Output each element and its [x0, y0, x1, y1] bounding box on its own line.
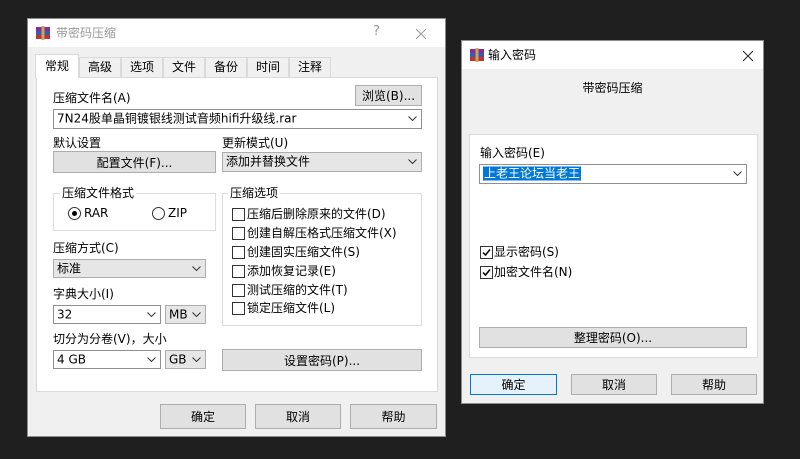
format-rar-radio[interactable] — [68, 207, 81, 220]
archive-name-label: 压缩文件名(A) — [53, 91, 131, 105]
format-zip-label[interactable]: ZIP — [168, 205, 187, 221]
password-dialog: 输入密码 带密码压缩 输入密码(E) 上老王论坛当老王 显示密码(S) 加密文件… — [461, 40, 764, 404]
lock-archive-checkbox[interactable] — [232, 302, 245, 315]
split-size-combo[interactable]: 4 GB — [53, 350, 161, 369]
password-dialog-subtitle: 带密码压缩 — [582, 81, 643, 95]
set-password-button[interactable]: 设置密码(P)... — [222, 349, 422, 371]
tab-backup[interactable]: 备份 — [205, 57, 247, 77]
chevron-down-icon — [192, 265, 201, 271]
archive-dialog-title: 带密码压缩 — [56, 26, 117, 40]
recovery-record-label[interactable]: 添加恢复记录(E) — [247, 263, 336, 279]
chevron-down-icon[interactable] — [733, 171, 742, 176]
delete-files-checkbox[interactable] — [232, 208, 245, 221]
archive-help-button[interactable]: 帮助 — [350, 404, 437, 429]
test-files-checkbox[interactable] — [232, 284, 245, 297]
close-icon — [742, 50, 754, 62]
archive-cancel-button[interactable]: 取消 — [255, 404, 341, 429]
archive-name-value: 7N24股单晶铜镀银线测试音频hifi升级线.rar — [57, 111, 297, 126]
chevron-down-icon — [408, 159, 417, 164]
archive-format-legend: 压缩文件格式 — [60, 185, 137, 201]
format-zip-radio[interactable] — [152, 207, 165, 220]
dictionary-size-combo[interactable]: 32 — [53, 305, 161, 324]
organize-passwords-button[interactable]: 整理密码(O)... — [479, 327, 747, 348]
tab-general[interactable]: 常规 — [35, 54, 79, 78]
close-icon — [415, 28, 427, 40]
chevron-down-icon[interactable] — [147, 356, 156, 362]
sfx-archive-label[interactable]: 创建自解压格式压缩文件(X) — [247, 225, 397, 241]
split-unit-value: GB — [169, 352, 187, 366]
password-dialog-title: 输入密码 — [488, 48, 537, 62]
help-button[interactable]: ? — [373, 24, 380, 40]
archive-name-combo[interactable]: 7N24股单晶铜镀银线测试音频hifi升级线.rar — [53, 109, 422, 129]
archive-dialog: 带密码压缩 ? 常规 高级 选项 文件 备份 时间 注释 压缩文件名(A) 浏览… — [27, 18, 446, 437]
tab-time[interactable]: 时间 — [247, 57, 289, 77]
default-settings-label: 默认设置 — [53, 136, 102, 150]
split-unit-select[interactable]: GB — [165, 350, 206, 369]
split-label: 切分为分卷(V)，大小 — [53, 332, 167, 346]
winrar-icon — [35, 25, 51, 44]
checkmark-icon — [482, 249, 491, 257]
update-mode-label: 更新模式(U) — [222, 136, 289, 150]
delete-files-label[interactable]: 压缩后删除原来的文件(D) — [247, 206, 386, 222]
encrypt-filenames-label[interactable]: 加密文件名(N) — [494, 264, 572, 280]
split-size-value: 4 GB — [57, 352, 86, 366]
chevron-down-icon — [192, 311, 201, 317]
tab-comment[interactable]: 注释 — [289, 57, 331, 77]
method-value: 标准 — [57, 261, 82, 275]
password-value: 上老王论坛当老王 — [483, 166, 582, 181]
method-select[interactable]: 标准 — [53, 259, 206, 278]
archive-dialog-titlebar[interactable]: 带密码压缩 ? — [28, 19, 445, 47]
chevron-down-icon[interactable] — [408, 116, 417, 121]
archiving-options-legend: 压缩选项 — [228, 185, 281, 201]
checkmark-icon — [482, 269, 491, 277]
dictionary-label: 字典大小(I) — [53, 287, 114, 301]
tab-files[interactable]: 文件 — [163, 57, 205, 77]
password-input[interactable]: 上老王论坛当老王 — [479, 164, 747, 184]
profiles-button[interactable]: 配置文件(F)... — [53, 151, 216, 173]
archive-ok-button[interactable]: 确定 — [160, 404, 246, 429]
close-button[interactable] — [415, 28, 427, 42]
sfx-archive-checkbox[interactable] — [232, 227, 245, 240]
password-dialog-titlebar[interactable]: 输入密码 — [462, 41, 763, 69]
password-ok-button[interactable]: 确定 — [470, 374, 557, 395]
password-label: 输入密码(E) — [480, 146, 545, 160]
browse-button[interactable]: 浏览(B)... — [355, 85, 422, 106]
winrar-icon — [469, 47, 485, 66]
show-password-label[interactable]: 显示密码(S) — [494, 244, 559, 260]
format-rar-label[interactable]: RAR — [84, 205, 108, 221]
tab-advanced[interactable]: 高级 — [79, 57, 121, 77]
chevron-down-icon[interactable] — [147, 311, 156, 317]
dictionary-size-value: 32 — [57, 307, 73, 321]
test-files-label[interactable]: 测试压缩的文件(T) — [247, 282, 348, 298]
show-password-checkbox[interactable] — [480, 246, 493, 259]
encrypt-filenames-checkbox[interactable] — [480, 266, 493, 279]
chevron-down-icon — [192, 356, 201, 362]
solid-archive-checkbox[interactable] — [232, 246, 245, 259]
close-button[interactable] — [742, 50, 754, 64]
password-cancel-button[interactable]: 取消 — [571, 374, 657, 395]
recovery-record-checkbox[interactable] — [232, 265, 245, 278]
solid-archive-label[interactable]: 创建固实压缩文件(S) — [247, 244, 360, 260]
dictionary-unit-select[interactable]: MB — [165, 305, 206, 324]
lock-archive-label[interactable]: 锁定压缩文件(L) — [247, 300, 335, 316]
method-label: 压缩方式(C) — [53, 241, 119, 255]
tab-options[interactable]: 选项 — [121, 57, 163, 77]
dictionary-unit-value: MB — [169, 307, 188, 321]
update-mode-select[interactable]: 添加并替换文件 — [222, 152, 422, 172]
password-help-button[interactable]: 帮助 — [671, 374, 757, 395]
update-mode-value: 添加并替换文件 — [226, 154, 311, 169]
